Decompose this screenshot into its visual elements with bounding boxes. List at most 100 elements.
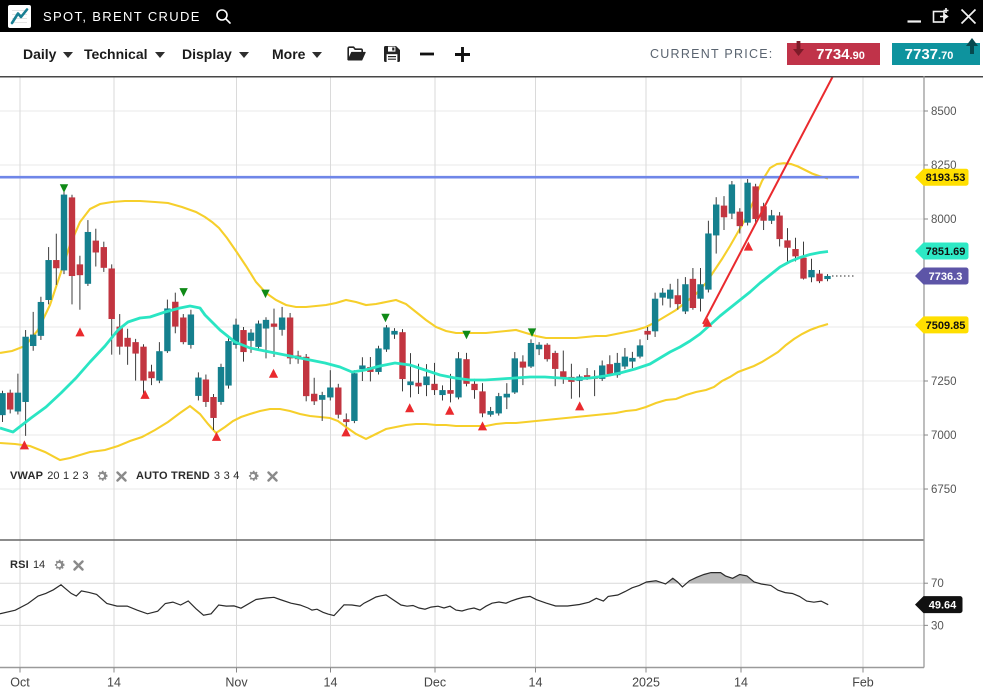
buy-signal-icon (75, 327, 84, 336)
candle (195, 378, 201, 396)
price-tag: 7736.3 (915, 267, 969, 284)
candle (240, 330, 246, 352)
buy-signal-icon (269, 369, 278, 378)
candle (383, 327, 389, 349)
price-tag-label: 7851.69 (926, 246, 966, 258)
buy-signal-icon (212, 432, 221, 441)
candle (311, 394, 317, 402)
indicator-label-autotrend: AUTO TREND 3 3 4 (136, 469, 278, 483)
candle (327, 387, 333, 397)
candle (255, 324, 261, 347)
indicator-label-rsi: RSI 14 (10, 558, 84, 572)
candle (520, 362, 526, 368)
menu-timeframe[interactable]: Daily (23, 46, 73, 62)
candle (471, 384, 477, 390)
autotrend-settings-gear-icon[interactable] (246, 469, 260, 483)
candle (544, 345, 550, 359)
candle (784, 240, 790, 247)
buy-signal-icon (405, 403, 414, 412)
candle (180, 318, 186, 343)
candle (644, 331, 650, 335)
candle (479, 391, 485, 413)
candle (279, 318, 285, 330)
save-icon[interactable] (383, 45, 401, 63)
bollinger-bands (0, 163, 828, 460)
candle (156, 351, 162, 380)
price-tag: 7851.69 (915, 243, 969, 260)
time-tick-label: 2025 (632, 676, 660, 689)
chevron-down-icon (155, 52, 165, 58)
rsi-settings-gear-icon[interactable] (52, 558, 66, 572)
chevron-down-icon (63, 52, 73, 58)
chevron-down-icon (239, 52, 249, 58)
candle (721, 206, 727, 218)
candle (319, 395, 325, 400)
candle (225, 341, 231, 385)
time-tick-label: 14 (324, 676, 338, 689)
auto-trend-line[interactable] (703, 76, 833, 324)
candle (287, 318, 293, 359)
rsi-tick-label: 30 (931, 620, 944, 632)
candle (697, 284, 703, 298)
candle (528, 343, 534, 367)
vwap-remove-icon[interactable] (116, 471, 127, 482)
price-chart[interactable]: 850082508000775075007250700067507030Oct1… (0, 76, 983, 689)
candle (808, 270, 814, 277)
candle (61, 195, 67, 271)
buy-signal-icon (140, 390, 149, 399)
vwap-line[interactable] (0, 252, 828, 433)
candle (560, 371, 566, 377)
price-tag: 7509.85 (915, 316, 969, 333)
zoom-out-icon[interactable] (419, 46, 435, 62)
search-icon[interactable] (215, 8, 232, 25)
candle (53, 260, 59, 268)
price-tick-label: 6750 (931, 484, 957, 496)
bid-price-dec: .90 (850, 50, 865, 62)
close-button[interactable] (959, 7, 977, 25)
open-file-icon[interactable] (347, 46, 366, 62)
sell-signal-icon (179, 288, 187, 297)
time-axis[interactable]: Oct14Nov14Dec14202514Feb (10, 668, 874, 689)
menu-technical[interactable]: Technical (84, 46, 165, 62)
candle (0, 393, 6, 415)
popout-button[interactable] (932, 7, 950, 25)
minimize-button[interactable] (905, 7, 923, 25)
menu-more[interactable]: More (272, 46, 322, 62)
rsi-name: RSI (10, 559, 29, 571)
zoom-in-icon[interactable] (454, 46, 471, 63)
rsi-remove-icon[interactable] (73, 560, 84, 571)
price-tag-label: 7509.85 (926, 320, 966, 332)
candle (800, 258, 806, 279)
candle (637, 345, 643, 356)
vwap-params: 20 1 2 3 (47, 470, 88, 482)
candle (203, 380, 209, 402)
candle (69, 197, 75, 276)
menu-display-label: Display (182, 46, 232, 62)
candle (415, 383, 421, 387)
menu-display[interactable]: Display (182, 46, 249, 62)
candle (816, 274, 822, 282)
candle (407, 381, 413, 385)
candle (729, 184, 735, 213)
time-tick-label: 14 (529, 676, 543, 689)
price-tags: 8193.537851.697736.37509.8549.64 (915, 169, 969, 613)
sell-signal-icon (462, 331, 470, 339)
candle (682, 284, 688, 311)
candle (218, 367, 224, 402)
ask-price-int: 7737 (905, 46, 938, 63)
time-tick-label: 14 (734, 676, 748, 689)
rsi-value-tag-label: 49.64 (929, 600, 957, 612)
autotrend-name: AUTO TREND (136, 470, 210, 482)
arrow-up-icon (966, 38, 978, 54)
chart-area[interactable]: 850082508000775075007250700067507030Oct1… (0, 76, 983, 689)
candle (391, 331, 397, 335)
candle (752, 186, 758, 219)
candle (824, 276, 830, 279)
price-tag-label: 7736.3 (929, 271, 963, 283)
autotrend-remove-icon[interactable] (267, 471, 278, 482)
candle (93, 241, 99, 253)
candle (263, 320, 269, 329)
candle (622, 357, 628, 367)
vwap-settings-gear-icon[interactable] (95, 469, 109, 483)
candle (140, 347, 146, 381)
